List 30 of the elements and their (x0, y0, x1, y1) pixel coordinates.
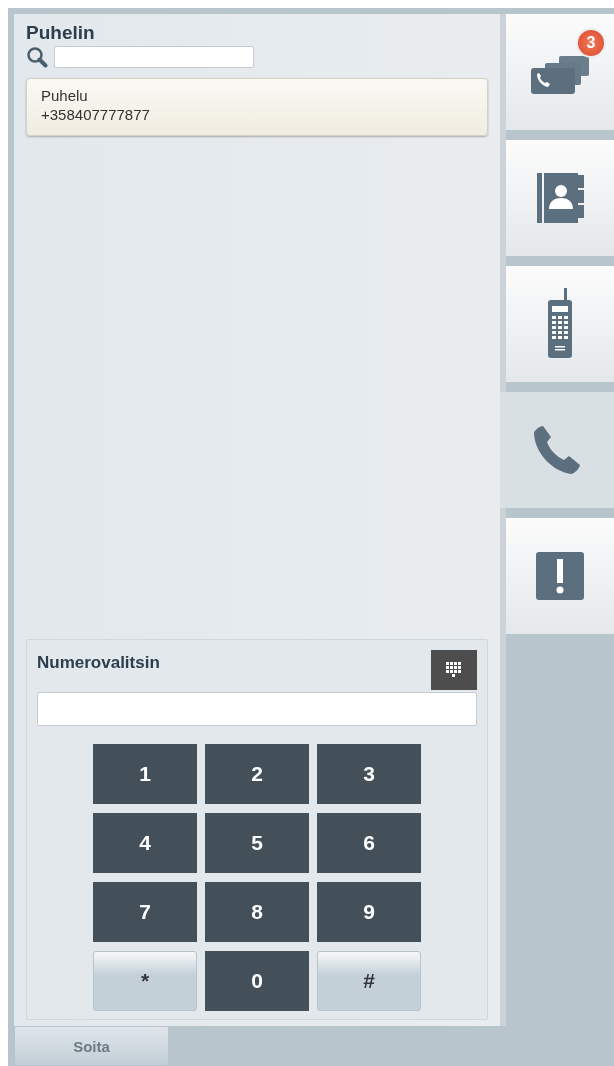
dialer-title: Numerovalitsin (37, 653, 160, 673)
search-icon (26, 46, 48, 68)
mobile-phone-icon (546, 288, 574, 360)
sidebar-tab[interactable] (500, 392, 614, 508)
dial-key[interactable]: 6 (317, 813, 421, 873)
sidebar-tab[interactable] (506, 140, 614, 256)
dial-key[interactable]: * (93, 951, 197, 1011)
keypad-button[interactable] (431, 650, 477, 690)
count-badge: 3 (576, 28, 606, 58)
number-field[interactable] (37, 692, 477, 726)
call-item[interactable]: Puhelu +358407777877 (26, 78, 488, 136)
panel-title: Puhelin (26, 22, 96, 44)
dial-key[interactable]: 9 (317, 882, 421, 942)
sidebar-tab[interactable] (506, 518, 614, 634)
address-book-icon (535, 171, 585, 225)
dial-key[interactable]: 7 (93, 882, 197, 942)
keypad-icon (445, 661, 463, 679)
dial-key[interactable]: 1 (93, 744, 197, 804)
dial-key[interactable]: 3 (317, 744, 421, 804)
dial-key[interactable]: 5 (205, 813, 309, 873)
dial-key[interactable]: 0 (205, 951, 309, 1011)
dial-key[interactable]: 8 (205, 882, 309, 942)
dial-key[interactable]: # (317, 951, 421, 1011)
dial-key[interactable]: 2 (205, 744, 309, 804)
dial-key[interactable]: 4 (93, 813, 197, 873)
search-field[interactable] (54, 46, 254, 68)
call-label: Puhelu (41, 87, 89, 104)
alert-icon (536, 552, 584, 600)
sidebar-tab[interactable] (506, 266, 614, 382)
phone-number: +358407777877 (41, 106, 151, 123)
